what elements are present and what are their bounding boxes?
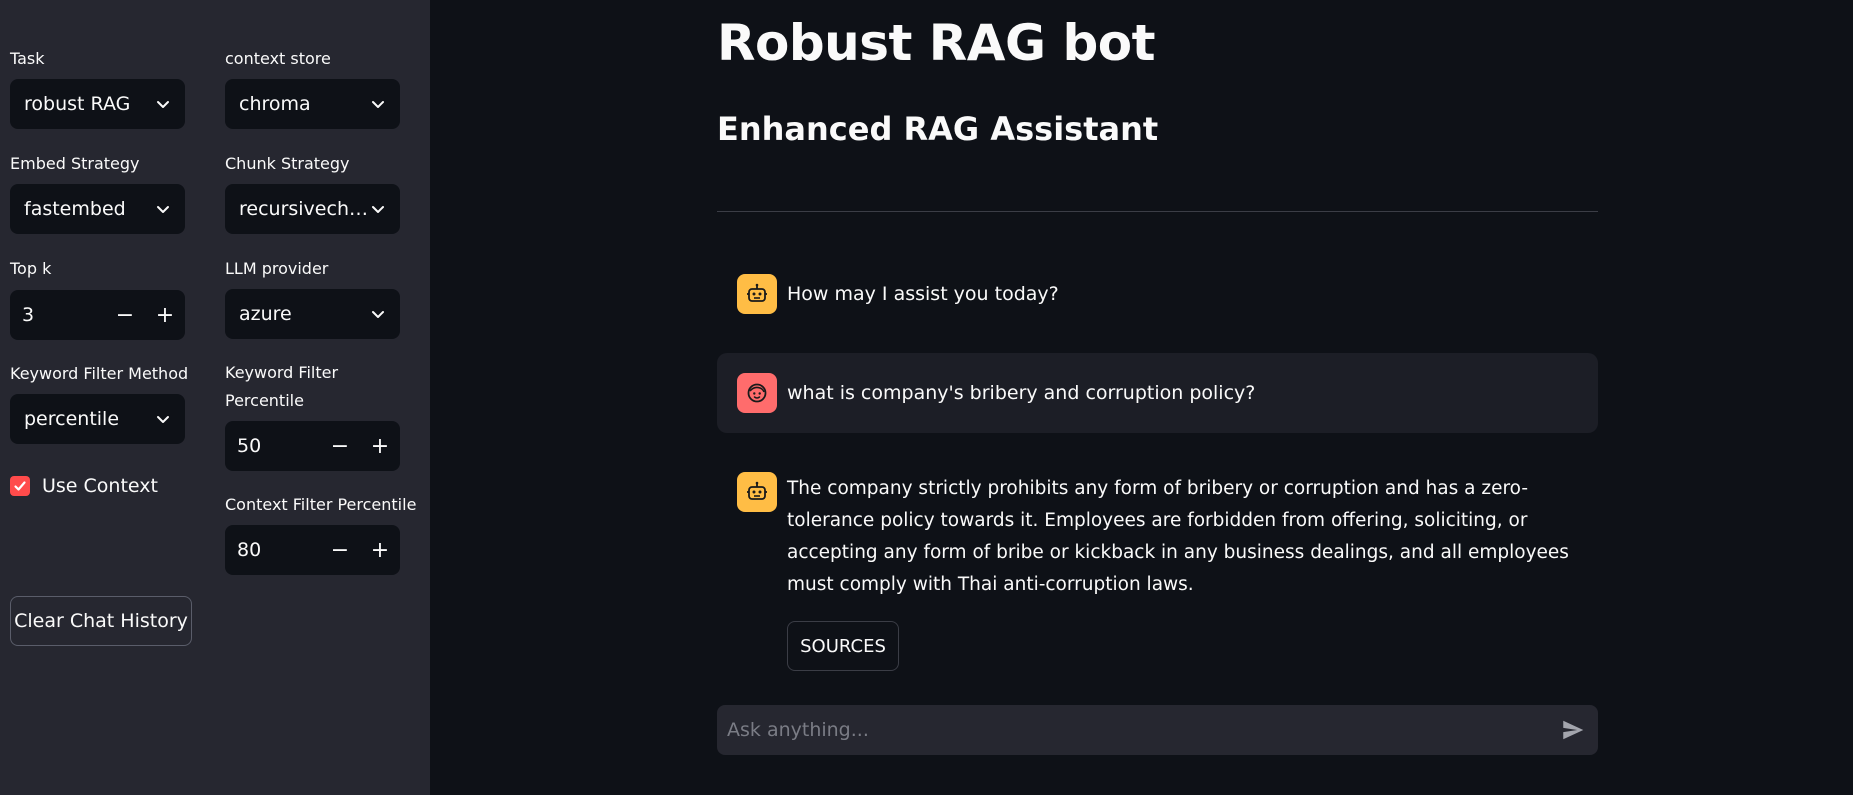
chat-input-container: [717, 705, 1598, 755]
top-k-decrement-button[interactable]: −: [105, 290, 145, 340]
context-store-select[interactable]: chroma: [225, 79, 400, 129]
context-filter-percentile-increment-button[interactable]: +: [360, 525, 400, 575]
context-filter-percentile-stepper: − +: [225, 525, 400, 575]
robot-icon: [737, 274, 777, 314]
keyword-filter-percentile-label: Keyword Filter Percentile: [225, 363, 339, 410]
task-select-value: robust RAG: [24, 93, 131, 115]
context-filter-percentile-label: Context Filter Percentile: [225, 495, 417, 514]
keyword-filter-percentile-stepper: − +: [225, 421, 400, 471]
top-k-stepper: − +: [10, 290, 185, 340]
keyword-filter-method-select-value: percentile: [24, 408, 120, 430]
chevron-down-icon: [372, 311, 384, 318]
chevron-down-icon: [372, 101, 384, 108]
chevron-down-icon: [157, 416, 169, 423]
keyword-filter-method-label: Keyword Filter Method: [10, 364, 189, 383]
chat-message-user: what is company's bribery and corruption…: [717, 353, 1598, 433]
top-k-label: Top k: [10, 259, 52, 278]
chevron-down-icon: [157, 206, 169, 213]
chat-message-assistant: How may I assist you today?: [717, 259, 1598, 329]
llm-provider-label: LLM provider: [225, 259, 329, 278]
llm-provider-select-value: azure: [239, 303, 292, 325]
sources-button[interactable]: SOURCES: [787, 621, 899, 671]
chunk-strategy-select-value: recursivecharacter: [239, 198, 370, 220]
use-context-checkbox-row[interactable]: Use Context: [10, 475, 158, 497]
top-k-input[interactable]: [10, 304, 105, 326]
chat-message-text: what is company's bribery and corruption…: [787, 382, 1256, 404]
chevron-down-icon: [372, 206, 384, 213]
context-store-label: context store: [225, 49, 331, 68]
clear-chat-history-button[interactable]: Clear Chat History: [10, 596, 192, 646]
use-context-checkbox[interactable]: [10, 476, 30, 496]
sidebar: Task robust RAG context store chroma Emb…: [0, 0, 430, 795]
chat-message-text: How may I assist you today?: [787, 283, 1059, 305]
keyword-filter-percentile-increment-button[interactable]: +: [360, 421, 400, 471]
embed-strategy-select-value: fastembed: [24, 198, 126, 220]
keyword-filter-method-select[interactable]: percentile: [10, 394, 185, 444]
page-title: Robust RAG bot: [717, 14, 1156, 72]
chevron-down-icon: [157, 101, 169, 108]
llm-provider-select[interactable]: azure: [225, 289, 400, 339]
chunk-strategy-select[interactable]: recursivecharacter: [225, 184, 400, 234]
embed-strategy-label: Embed Strategy: [10, 154, 140, 173]
robot-icon: [737, 472, 777, 512]
context-store-select-value: chroma: [239, 93, 311, 115]
chat-input[interactable]: [717, 705, 1548, 755]
page-subtitle: Enhanced RAG Assistant: [717, 110, 1159, 148]
use-context-label: Use Context: [42, 475, 158, 497]
chat-message-text: The company strictly prohibits any form …: [787, 478, 1569, 595]
context-filter-percentile-decrement-button[interactable]: −: [320, 525, 360, 575]
top-k-increment-button[interactable]: +: [145, 290, 185, 340]
context-filter-percentile-input[interactable]: [225, 539, 320, 561]
keyword-filter-percentile-decrement-button[interactable]: −: [320, 421, 360, 471]
divider: [717, 211, 1598, 212]
embed-strategy-select[interactable]: fastembed: [10, 184, 185, 234]
task-label: Task: [10, 49, 45, 68]
task-select[interactable]: robust RAG: [10, 79, 185, 129]
checkmark-icon: [14, 481, 26, 491]
send-icon[interactable]: [1548, 705, 1598, 755]
chunk-strategy-label: Chunk Strategy: [225, 154, 350, 173]
face-icon: [737, 373, 777, 413]
keyword-filter-percentile-input[interactable]: [225, 435, 320, 457]
